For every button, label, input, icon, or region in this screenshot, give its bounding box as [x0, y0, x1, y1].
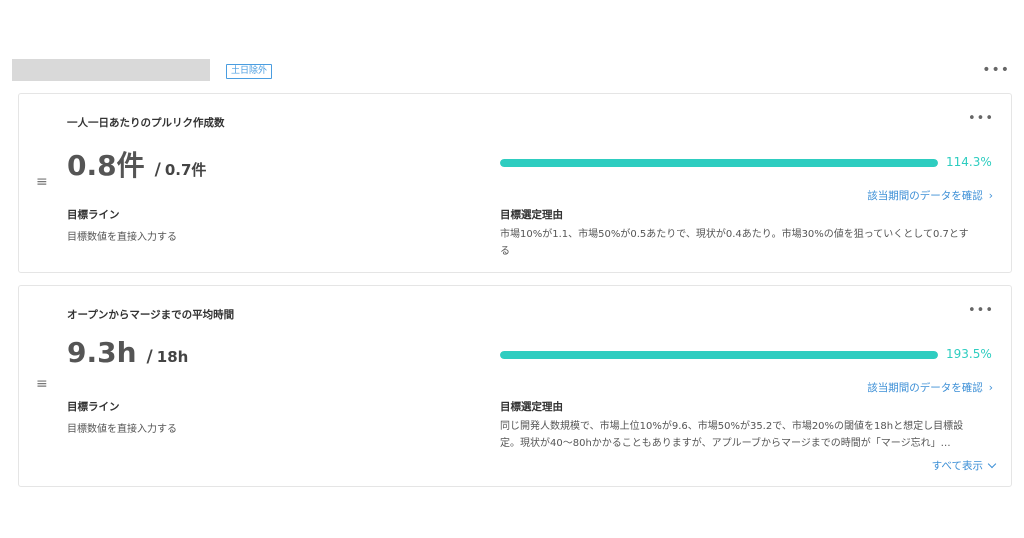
metric-separator: / — [154, 160, 161, 180]
goal-reason-line: 同じ開発人数規模で、市場上位10%が9.6、市場50%が35.2で、市場20%の… — [500, 421, 964, 432]
goal-line-description: 目標数値を直接入力する — [67, 424, 177, 435]
chevron-right-icon: › — [988, 382, 993, 394]
metric-value: 9.3h — [67, 336, 137, 369]
chevron-right-icon: › — [988, 190, 993, 202]
show-all-label: すべて表示 — [931, 460, 983, 472]
header-title-placeholder — [12, 59, 210, 81]
metric-separator: / — [146, 347, 153, 367]
metric-card: ≡ オープンからマージまでの平均時間 ••• 9.3h /18h 193.5% 該… — [18, 285, 1012, 487]
metric-readout: 0.8件 /0.7件 — [67, 144, 206, 184]
goal-reason-line: る — [500, 246, 510, 257]
metric-readout: 9.3h /18h — [67, 336, 188, 369]
goal-line-label: 目標ライン — [67, 401, 120, 413]
view-period-data-link[interactable]: 該当期間のデータを確認 › — [867, 188, 993, 203]
page-more-menu-icon[interactable]: ••• — [982, 62, 1010, 78]
drag-handle-icon[interactable]: ≡ — [36, 376, 48, 392]
goal-reason-text: 市場10%が1.1、市場50%が0.5あたりで、現状が0.4あたり。市場30%の… — [500, 226, 998, 260]
progress-fill — [500, 159, 938, 167]
card-title: オープンからマージまでの平均時間 — [67, 309, 235, 321]
exclude-weekends-badge: 土日除外 — [226, 64, 273, 79]
goal-reason-text: 同じ開発人数規模で、市場上位10%が9.6、市場50%が35.2で、市場20%の… — [500, 418, 998, 452]
chevron-down-icon — [987, 459, 997, 469]
drag-handle-icon[interactable]: ≡ — [36, 174, 48, 190]
progress-bar — [500, 159, 938, 167]
view-link-label: 該当期間のデータを確認 — [867, 190, 983, 202]
card-more-menu-icon[interactable]: ••• — [968, 111, 994, 126]
progress-bar — [500, 351, 938, 359]
metric-card: ≡ 一人一日あたりのプルリク作成数 ••• 0.8件 /0.7件 114.3% 該… — [18, 93, 1012, 273]
show-all-button[interactable]: すべて表示 — [931, 458, 997, 473]
card-title: 一人一日あたりのプルリク作成数 — [67, 117, 225, 129]
goal-line-description: 目標数値を直接入力する — [67, 232, 177, 243]
view-link-label: 該当期間のデータを確認 — [867, 382, 983, 394]
metric-target: 0.7件 — [164, 161, 207, 179]
goal-reason-line: 定。現状が40〜80hかかることもありますが、アプルーブからマージまでの時間が「… — [500, 438, 951, 449]
metric-target: 18h — [156, 348, 189, 366]
goal-reason-line: 市場10%が1.1、市場50%が0.5あたりで、現状が0.4あたり。市場30%の… — [500, 229, 969, 240]
goal-reason-label: 目標選定理由 — [500, 209, 563, 221]
goal-reason-label: 目標選定理由 — [500, 401, 563, 413]
card-more-menu-icon[interactable]: ••• — [968, 303, 994, 318]
goal-line-label: 目標ライン — [67, 209, 120, 221]
progress-percent: 193.5% — [946, 347, 992, 361]
progress-fill — [500, 351, 938, 359]
progress-percent: 114.3% — [946, 155, 992, 169]
view-period-data-link[interactable]: 該当期間のデータを確認 › — [867, 380, 993, 395]
metric-value: 0.8件 — [67, 149, 145, 182]
